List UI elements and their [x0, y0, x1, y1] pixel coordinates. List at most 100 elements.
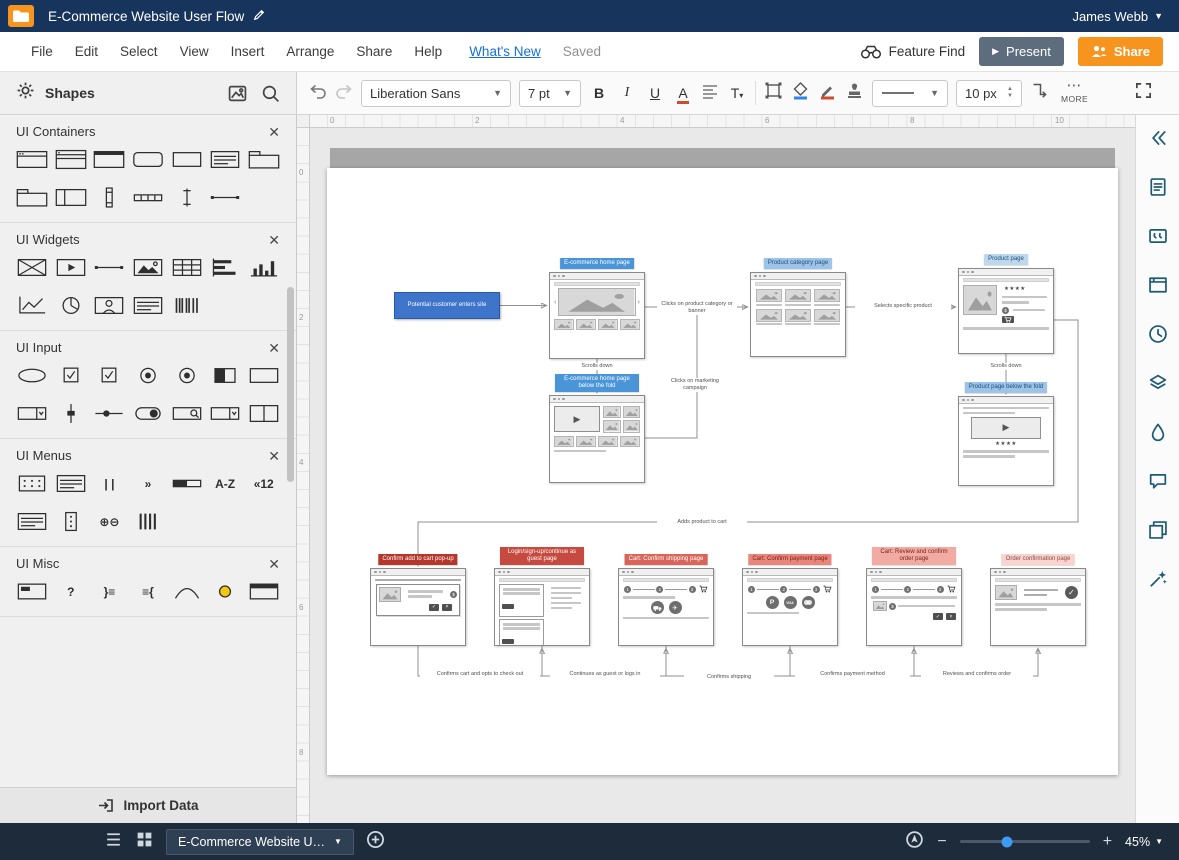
line-color-button[interactable]	[818, 81, 837, 105]
connector-type-button[interactable]	[1030, 81, 1049, 105]
horizontal-divider-bar-shape[interactable]	[208, 186, 242, 209]
text-block-shape[interactable]	[131, 294, 165, 317]
hamburger-menu-shape[interactable]	[54, 472, 88, 495]
whats-new-link[interactable]: What's New	[469, 44, 541, 59]
browser-window-shape[interactable]	[15, 148, 49, 171]
bold-button[interactable]: B	[589, 86, 609, 100]
font-color-button[interactable]: A	[673, 86, 693, 100]
close-section-icon[interactable]: ✕	[268, 233, 280, 247]
list-box-shape[interactable]	[208, 148, 242, 171]
container-shape[interactable]	[170, 148, 204, 171]
split-field-shape[interactable]	[247, 402, 281, 425]
divider-shape[interactable]	[92, 256, 126, 279]
horizontal-slider-shape[interactable]	[92, 402, 126, 425]
pagination-shape[interactable]: «12	[247, 472, 281, 495]
node-product[interactable]: Product page★★★★$	[958, 268, 1054, 354]
edge-label-8[interactable]: Confirms shipping	[684, 674, 774, 681]
edge-label-0[interactable]: Clicks on product category or banner	[657, 301, 737, 315]
node-entry[interactable]: Potential customer enters site	[394, 292, 500, 319]
menu-share[interactable]: Share	[345, 38, 403, 65]
zoom-to-fit-button[interactable]	[905, 830, 924, 854]
alphabetical-index-shape[interactable]: A-Z	[208, 472, 242, 495]
font-size-select[interactable]: 7 pt▼	[519, 80, 581, 107]
shape-style-icon[interactable]	[1145, 419, 1171, 445]
button-shape[interactable]	[15, 364, 49, 387]
left-brace-list-shape[interactable]: ≡{	[131, 580, 165, 603]
line-width-stepper[interactable]: 10 px ▲▼	[956, 80, 1022, 107]
search-field-shape[interactable]	[170, 402, 204, 425]
version-history-icon[interactable]	[1145, 321, 1171, 347]
checkbox-checked-shape[interactable]	[54, 364, 88, 387]
close-section-icon[interactable]: ✕	[268, 125, 280, 139]
node-confirmation[interactable]: Order confirmation page✓	[990, 568, 1086, 646]
search-shapes-icon[interactable]	[261, 84, 280, 103]
present-button[interactable]: ▶ Present	[979, 37, 1064, 66]
vertical-scrollbar-shape[interactable]	[92, 186, 126, 209]
close-section-icon[interactable]: ✕	[268, 557, 280, 571]
import-data-button[interactable]: Import Data	[0, 787, 296, 823]
undo-button[interactable]	[309, 83, 327, 104]
shape-manager-gear-icon[interactable]	[16, 81, 35, 105]
close-section-icon[interactable]: ✕	[268, 449, 280, 463]
document-outline-icon[interactable]	[1145, 174, 1171, 200]
comments-icon[interactable]	[1145, 468, 1171, 494]
browser-window-toolbar-shape[interactable]	[54, 148, 88, 171]
radio-button-shape[interactable]	[131, 364, 165, 387]
feature-find-button[interactable]: Feature Find	[860, 44, 966, 59]
add-page-button[interactable]	[366, 830, 385, 854]
page-tab[interactable]: E-Commerce Website U… ▼	[166, 829, 354, 855]
edge-label-7[interactable]: Continues as guest or logs in	[550, 671, 660, 678]
arc-shape-shape[interactable]	[170, 580, 204, 603]
italic-button[interactable]: I	[617, 86, 637, 100]
zoom-level[interactable]: 45% ▼	[1125, 835, 1163, 849]
column-chart-shape[interactable]	[247, 256, 281, 279]
chevron-breadcrumb-shape[interactable]: »	[131, 472, 165, 495]
toggle-switch-shape[interactable]	[131, 402, 165, 425]
magic-wand-icon[interactable]	[1145, 566, 1171, 592]
edge-label-2[interactable]: Clicks on marketing campaign	[663, 378, 727, 392]
canvas-viewport[interactable]: Potential customer enters siteE-commerce…	[310, 128, 1135, 823]
page-list-button[interactable]	[104, 830, 123, 854]
notes-icon[interactable]	[1145, 517, 1171, 543]
progress-bar-shape[interactable]	[170, 472, 204, 495]
node-category[interactable]: Product category page	[750, 272, 846, 357]
title-bar-container-shape[interactable]	[247, 580, 281, 603]
menu-insert[interactable]: Insert	[220, 38, 276, 65]
bar-chart-horizontal-shape[interactable]	[208, 256, 242, 279]
folder-tab-container-shape[interactable]	[15, 186, 49, 209]
font-family-select[interactable]: Liberation Sans▼	[361, 80, 511, 107]
titled-window-shape[interactable]	[92, 148, 126, 171]
rounded-container-shape[interactable]	[131, 148, 165, 171]
node-payment[interactable]: Cart: Confirm payment page123PVISA	[742, 568, 838, 646]
image-placeholder-shape[interactable]	[15, 256, 49, 279]
menu-list-shape[interactable]	[15, 510, 49, 533]
grid-menu-shape[interactable]	[15, 472, 49, 495]
rename-icon[interactable]	[253, 9, 265, 24]
node-review[interactable]: Cart: Review and confirm order page123$✓…	[866, 568, 962, 646]
playback-menu-shape[interactable]: ⊕⊖	[92, 510, 126, 533]
tab-container-shape[interactable]	[247, 148, 281, 171]
document-title[interactable]: E-Commerce Website User Flow	[48, 9, 244, 24]
edge-label-6[interactable]: Confirms cart and opts to check out	[420, 671, 540, 678]
layers-icon[interactable]	[1145, 370, 1171, 396]
more-tools-button[interactable]: ⋯ MORE	[1061, 82, 1088, 104]
share-button[interactable]: Share	[1078, 37, 1163, 66]
barcode-shape[interactable]	[170, 294, 204, 317]
text-style-button[interactable]: T▾	[727, 86, 747, 100]
node-login[interactable]: Login/sign-up/continue as guest page	[494, 568, 590, 646]
node-product-below-fold[interactable]: Product page below the fold▶★★★★	[958, 396, 1054, 486]
underline-button[interactable]: U	[645, 86, 665, 100]
zoom-slider[interactable]	[960, 840, 1090, 843]
number-stepper-shape[interactable]	[208, 402, 242, 425]
menu-select[interactable]: Select	[109, 38, 169, 65]
radio-selected-shape[interactable]	[170, 364, 204, 387]
data-table-shape[interactable]	[170, 256, 204, 279]
menu-edit[interactable]: Edit	[64, 38, 109, 65]
vertical-slider-shape[interactable]	[54, 402, 88, 425]
collapse-panel-icon[interactable]	[1145, 125, 1171, 151]
help-badge-shape[interactable]: ?	[54, 580, 88, 603]
line-chart-shape[interactable]	[15, 294, 49, 317]
shape-outline-button[interactable]	[764, 81, 783, 105]
vertical-splitter-shape[interactable]	[170, 186, 204, 209]
zoom-in-button[interactable]: +	[1103, 834, 1112, 850]
